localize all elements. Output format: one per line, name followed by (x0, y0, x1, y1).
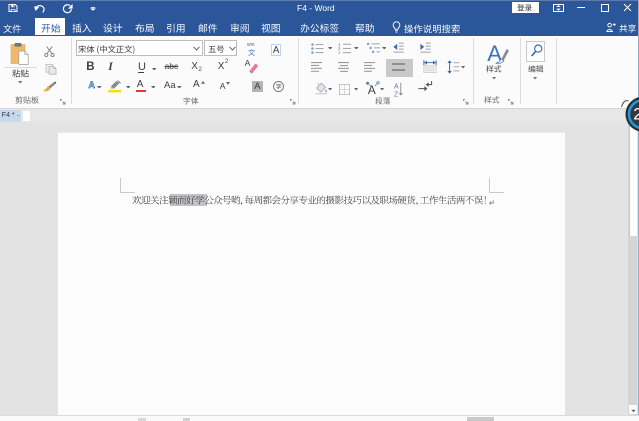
svg-text:3: 3 (338, 50, 341, 54)
svg-text:2: 2 (633, 106, 639, 124)
svg-text:A: A (394, 83, 399, 90)
svg-text:Z: Z (394, 91, 399, 97)
